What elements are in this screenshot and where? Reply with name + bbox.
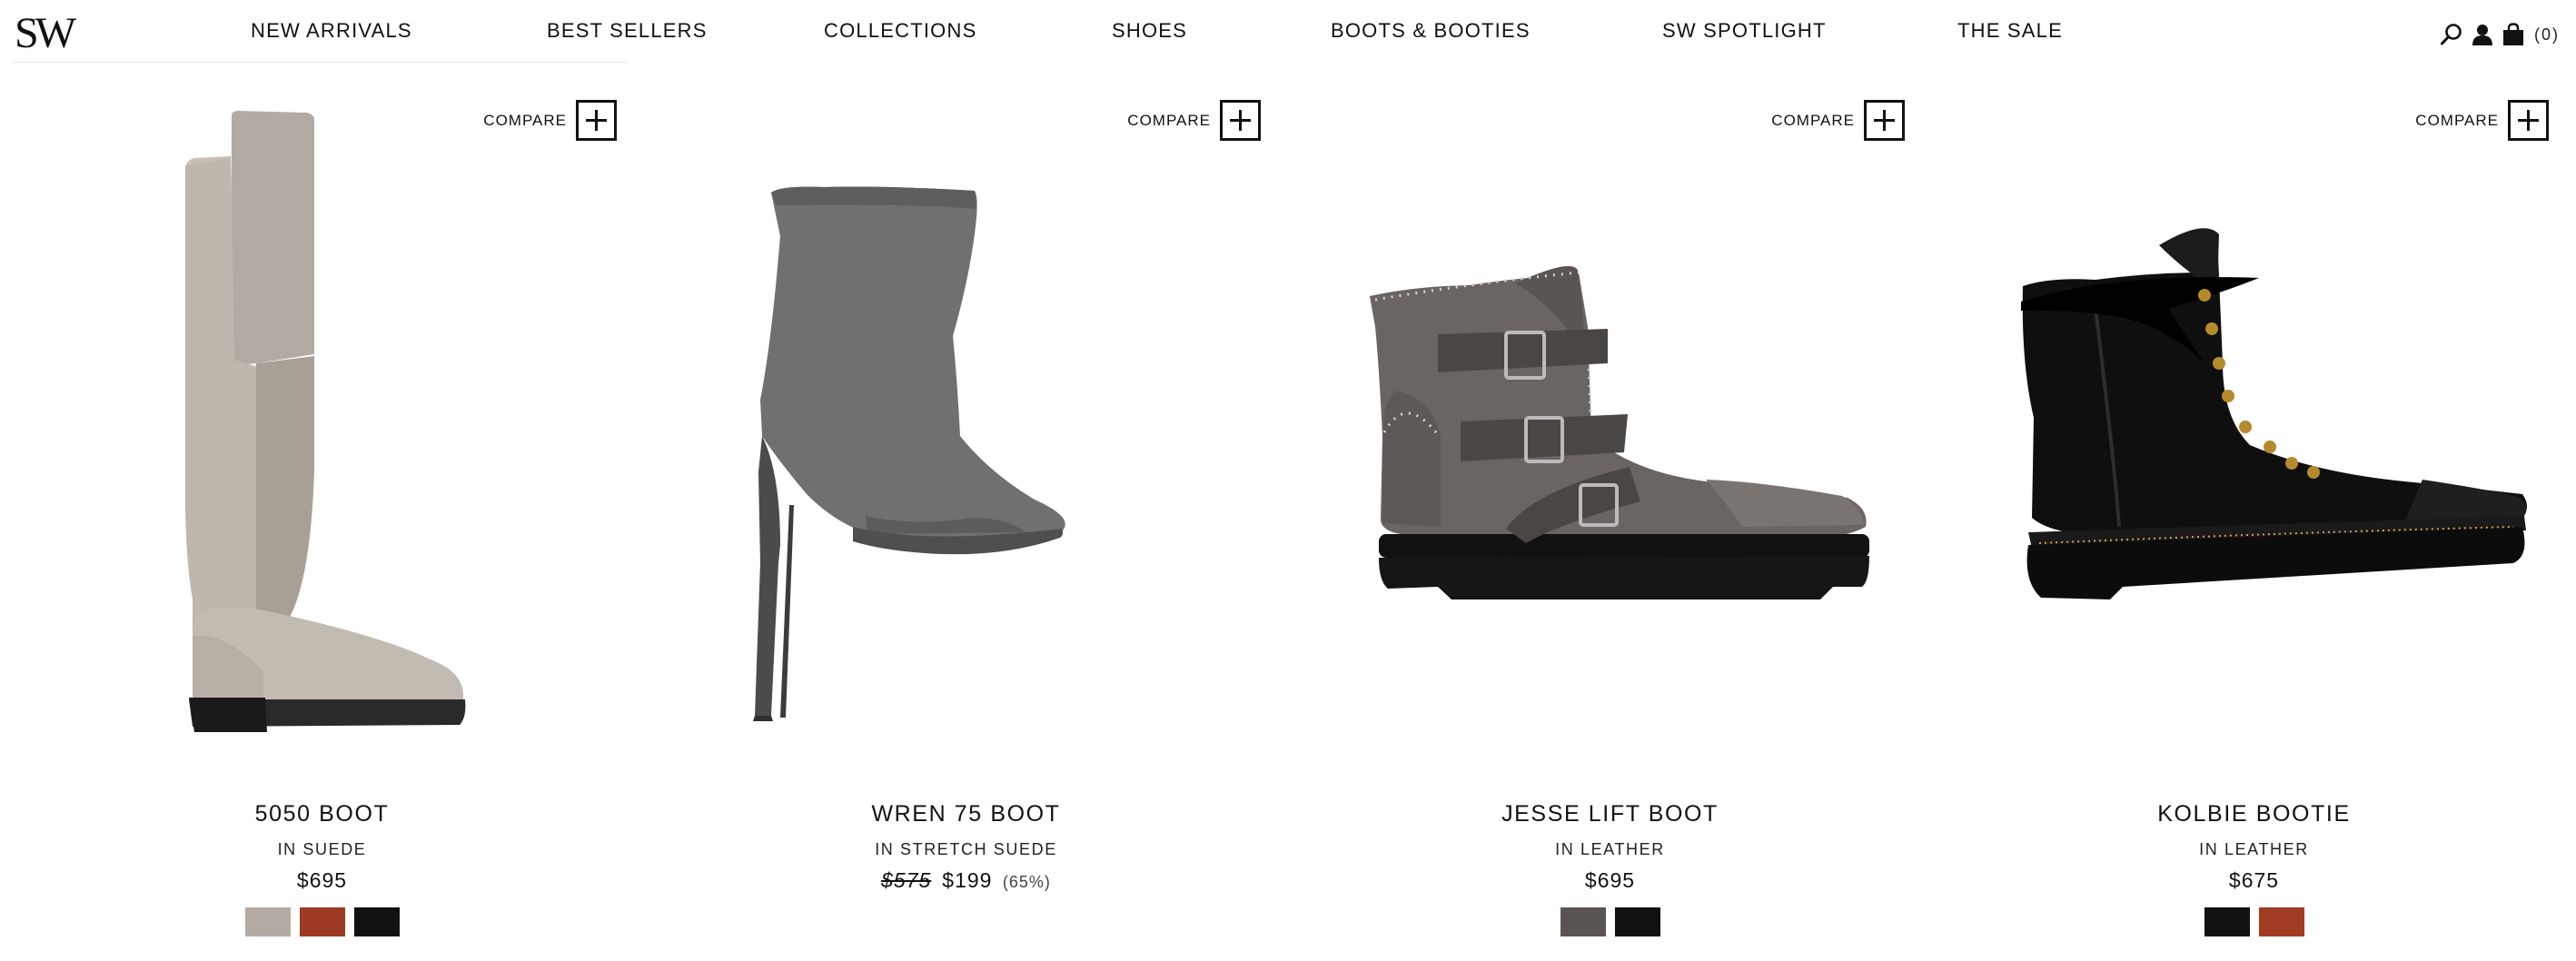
color-swatch[interactable] [2258,907,2304,936]
price: $695 [296,868,348,892]
color-swatch[interactable] [1614,907,1660,936]
product-info: WREN 75 BOOT IN STRETCH SUEDE $575 $199 (… [644,801,1288,893]
shopping-bag-icon[interactable] [2502,23,2525,46]
color-swatch[interactable] [299,907,345,936]
add-compare-icon [1864,100,1905,141]
product-card[interactable]: COMPARE WREN 75 BOOT IN STRETCH SUEDE $5… [644,91,1288,954]
product-material: IN SUEDE [277,840,367,858]
product-price: $575 $199 (65%) [644,868,1288,893]
product-info: KOLBIE BOOTIE IN LEATHER $675 [1932,801,2576,936]
add-compare-icon [2508,100,2549,141]
nav-boots-booties[interactable]: BOOTS & BOOTIES [1331,19,1531,43]
compare-toggle[interactable]: COMPARE [1771,100,1905,141]
stretch-suede-bootie-image [753,186,1065,721]
compare-toggle[interactable]: COMPARE [2415,100,2549,141]
lace-up-combat-boot-image [2021,228,2527,599]
product-info: 5050 BOOT IN SUEDE $695 [0,801,644,936]
product-price: $695 [0,868,644,893]
price: $675 [2228,868,2280,892]
color-swatch[interactable] [1560,907,1606,936]
compare-label: COMPARE [2415,111,2499,129]
product-info: JESSE LIFT BOOT IN LEATHER $695 [1288,801,1932,936]
product-image[interactable] [1932,91,2576,763]
product-material: IN STRETCH SUEDE [875,840,1057,858]
add-compare-icon [576,100,617,141]
product-card[interactable]: COMPARE 5050 BOOT IN SUEDE $695 [0,91,644,954]
studded-buckle-boot-image [1370,266,1869,599]
product-material: IN LEATHER [1555,840,1665,858]
compare-toggle[interactable]: COMPARE [483,100,617,141]
compare-toggle[interactable]: COMPARE [1127,100,1261,141]
over-the-knee-boot-image [185,111,466,732]
product-material: IN LEATHER [2199,840,2309,858]
color-swatches [0,907,644,936]
product-price: $675 [1932,868,2576,893]
search-icon[interactable] [2440,23,2463,46]
bag-count[interactable]: (0) [2534,25,2560,45]
product-card[interactable]: COMPARE JESSE LIFT BOOT IN LEATHER $695 [1288,91,1932,954]
color-swatch[interactable] [244,907,291,936]
account-icon[interactable] [2471,23,2494,46]
product-image[interactable] [1288,91,1932,763]
original-price: $575 [881,868,932,892]
compare-label: COMPARE [483,111,567,129]
nav-new-arrivals[interactable]: NEW ARRIVALS [251,19,412,43]
nav-best-sellers[interactable]: BEST SELLERS [547,19,708,43]
nav-collections[interactable]: COLLECTIONS [824,19,976,43]
color-swatches [1932,907,2576,936]
product-name[interactable]: JESSE LIFT BOOT [1288,801,1932,827]
add-compare-icon [1220,100,1261,141]
nav-the-sale[interactable]: THE SALE [1957,19,2063,43]
color-swatch[interactable] [2204,907,2250,936]
compare-label: COMPARE [1127,111,1211,129]
color-swatch[interactable] [353,907,400,936]
product-name[interactable]: WREN 75 BOOT [644,801,1288,827]
product-image[interactable] [644,91,1288,763]
site-header: SW NEW ARRIVALS BEST SELLERS COLLECTIONS… [0,0,2576,65]
color-swatches [1288,907,1932,936]
compare-label: COMPARE [1771,111,1855,129]
main-nav: NEW ARRIVALS BEST SELLERS COLLECTIONS SH… [0,0,2576,64]
product-name[interactable]: 5050 BOOT [0,801,644,827]
product-image[interactable] [0,91,644,763]
nav-shoes[interactable]: SHOES [1112,19,1187,43]
product-card[interactable]: COMPARE KOLBIE BOOTIE IN LEATHER $675 [1932,91,2576,954]
sale-price: $199 [942,868,993,892]
header-utilities: (0) [2440,22,2560,47]
price: $695 [1584,868,1636,892]
nav-sw-spotlight[interactable]: SW SPOTLIGHT [1662,19,1827,43]
product-price: $695 [1288,868,1932,893]
product-name[interactable]: KOLBIE BOOTIE [1932,801,2576,827]
discount-percent: (65%) [1002,873,1051,891]
